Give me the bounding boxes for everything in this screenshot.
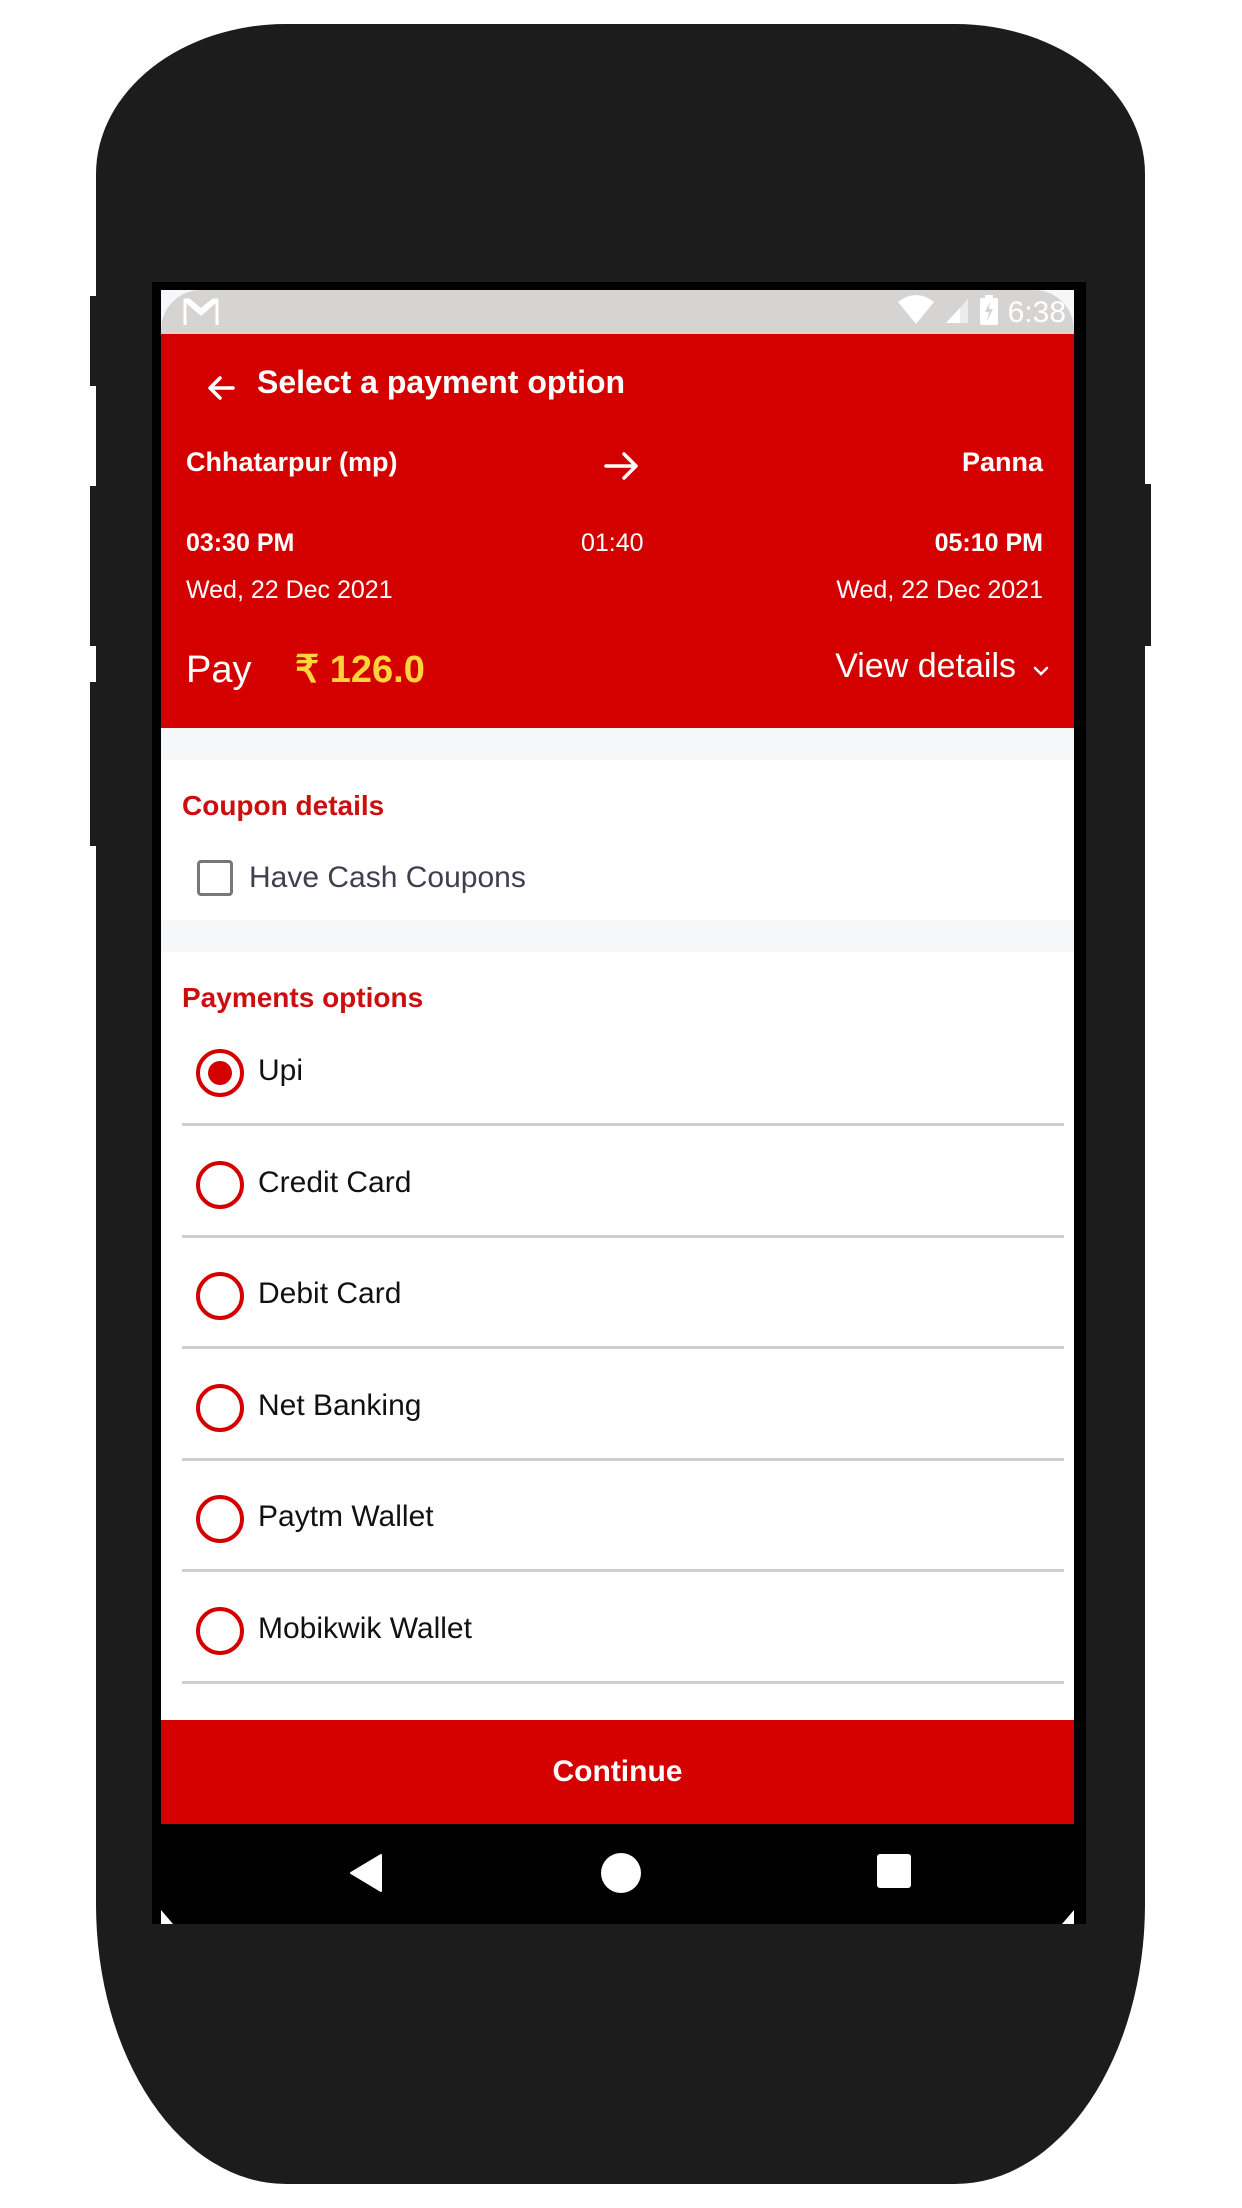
payment-option-label: Net Banking (258, 1389, 422, 1422)
nav-recents-icon[interactable] (877, 1854, 911, 1888)
radio-selected[interactable] (196, 1049, 244, 1097)
cash-coupons-label: Have Cash Coupons (249, 861, 526, 894)
battery-charging-icon (978, 294, 1000, 331)
payment-option-label: Debit Card (258, 1277, 402, 1310)
phone-side-button-left-2 (90, 486, 100, 646)
view-details-button[interactable]: View details (835, 647, 1050, 686)
payment-option-label: Upi (258, 1054, 304, 1087)
payment-option-label: Credit Card (258, 1166, 412, 1199)
phone-side-button-left-3 (90, 682, 100, 846)
radio-unselected[interactable] (196, 1495, 244, 1543)
payment-option-net-banking[interactable]: Net Banking (182, 1349, 1064, 1461)
chevron-down-icon (1032, 647, 1050, 686)
gmail-icon (181, 296, 221, 333)
nav-back-icon[interactable] (347, 1853, 383, 1898)
screen-corner (161, 1910, 173, 1924)
android-nav-bar (161, 1824, 1074, 1924)
journey-header: Select a payment option Chhatarpur (mp) … (161, 334, 1074, 728)
screen-corner (1062, 1910, 1074, 1924)
arrival-date: Wed, 22 Dec 2021 (836, 576, 1043, 604)
payment-option-mobikwik-wallet[interactable]: Mobikwik Wallet (182, 1572, 1064, 1684)
payment-option-label: Mobikwik Wallet (258, 1612, 472, 1645)
status-time: 6:38 (1007, 295, 1066, 329)
payment-option-upi[interactable]: Upi (182, 1014, 1064, 1126)
pay-label: Pay (186, 649, 252, 691)
payment-option-paytm-wallet[interactable]: Paytm Wallet (182, 1460, 1064, 1572)
payment-option-label: Paytm Wallet (258, 1500, 434, 1533)
view-details-label: View details (835, 647, 1016, 685)
phone-side-button-right (1140, 484, 1151, 646)
continue-button[interactable]: Continue (161, 1720, 1074, 1824)
to-city: Panna (961, 447, 1043, 477)
departure-date: Wed, 22 Dec 2021 (186, 576, 393, 604)
from-city: Chhatarpur (mp) (186, 447, 398, 477)
cell-signal-icon (944, 295, 970, 330)
radio-unselected[interactable] (196, 1272, 244, 1320)
coupon-section: Coupon details Have Cash Coupons (161, 760, 1074, 920)
pay-amount: ₹ 126.0 (295, 649, 425, 691)
arrow-left-icon[interactable] (205, 372, 237, 404)
radio-unselected[interactable] (196, 1161, 244, 1209)
departure-time: 03:30 PM (186, 529, 295, 557)
nav-home-icon[interactable] (601, 1853, 641, 1893)
status-bar: 6:38 (161, 290, 1074, 334)
payments-section-title: Payments options (182, 982, 424, 1013)
arrow-right-icon (602, 448, 642, 484)
payment-option-credit-card[interactable]: Credit Card (182, 1126, 1064, 1238)
cash-coupons-checkbox-row[interactable]: Have Cash Coupons (197, 860, 526, 896)
journey-duration: 01:40 (581, 529, 644, 557)
phone-side-button-left-1 (90, 296, 100, 386)
wifi-icon (896, 294, 936, 331)
payment-option-debit-card[interactable]: Debit Card (182, 1237, 1064, 1349)
arrival-time: 05:10 PM (934, 529, 1043, 557)
cash-coupons-checkbox[interactable] (197, 860, 233, 896)
radio-unselected[interactable] (196, 1384, 244, 1432)
coupon-section-title: Coupon details (182, 790, 385, 821)
app-screen: 6:38 Select a payment option Chhatarpur … (161, 290, 1074, 1924)
page-title: Select a payment option (257, 364, 626, 400)
radio-unselected[interactable] (196, 1607, 244, 1655)
